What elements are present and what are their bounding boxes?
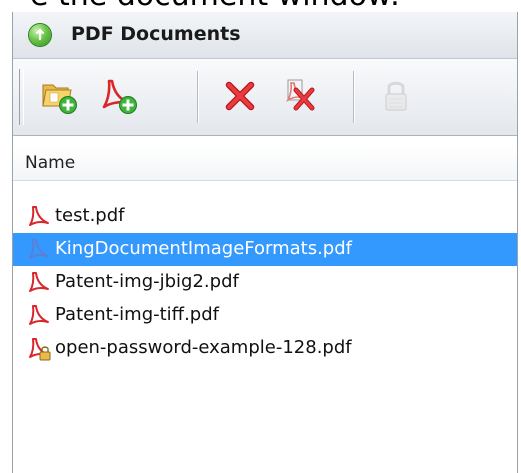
pdf-add-icon xyxy=(102,79,137,114)
pdf-icon xyxy=(29,272,49,292)
unlock-button[interactable] xyxy=(373,73,419,119)
toolbar-separator xyxy=(197,71,198,123)
pdf-documents-panel: PDF Documents Name test.pdf KingDocument… xyxy=(12,12,518,473)
documents-list[interactable]: Name test.pdf KingDocumentImageFormats.p… xyxy=(13,136,517,473)
panel-header: PDF Documents xyxy=(13,12,517,59)
toolbar-grip[interactable] xyxy=(19,69,24,125)
pdf-icon xyxy=(29,206,49,226)
file-name: KingDocumentImageFormats.pdf xyxy=(55,238,352,259)
panel-title: PDF Documents xyxy=(71,23,241,45)
list-item[interactable]: Patent-img-jbig2.pdf xyxy=(13,266,517,299)
file-name: open-password-example-128.pdf xyxy=(55,337,352,358)
lock-icon xyxy=(385,81,407,111)
pdf-icon xyxy=(29,305,49,325)
locked-pdf-icon xyxy=(29,338,51,361)
remove-all-button[interactable] xyxy=(277,73,323,119)
red-x-icon xyxy=(225,81,255,111)
list-item[interactable]: KingDocumentImageFormats.pdf xyxy=(13,233,517,266)
column-header-label: Name xyxy=(25,153,76,173)
green-circle-icon[interactable] xyxy=(29,24,51,46)
add-pdf-button[interactable] xyxy=(97,73,143,119)
file-name: Patent-img-tiff.pdf xyxy=(55,304,219,325)
pdf-remove-icon xyxy=(286,79,315,111)
file-name: Patent-img-jbig2.pdf xyxy=(55,271,239,292)
toolbar-separator xyxy=(353,71,354,123)
column-header-name[interactable]: Name xyxy=(13,146,517,181)
list-item[interactable]: Patent-img-tiff.pdf xyxy=(13,299,517,332)
list-item[interactable]: open-password-example-128.pdf xyxy=(13,332,517,365)
document-rows: test.pdf KingDocumentImageFormats.pdf Pa… xyxy=(13,200,517,365)
add-folder-button[interactable] xyxy=(37,73,83,119)
file-name: test.pdf xyxy=(55,205,125,226)
folder-add-icon xyxy=(42,84,77,114)
remove-button[interactable] xyxy=(217,73,263,119)
list-item[interactable]: test.pdf xyxy=(13,200,517,233)
pdf-icon xyxy=(29,239,49,259)
toolbar xyxy=(13,59,517,136)
